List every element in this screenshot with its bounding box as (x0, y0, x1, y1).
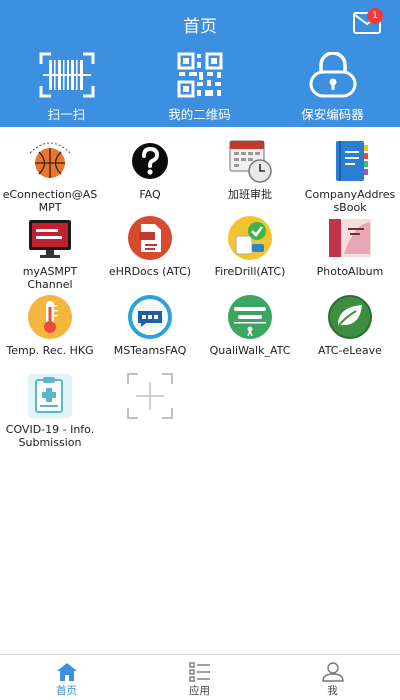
notification-badge: 1 (367, 8, 383, 24)
app-temp-rec-hkg[interactable]: Temp. Rec. HKG (0, 293, 100, 357)
photo-album-icon (329, 219, 371, 257)
qr-code-icon (177, 52, 222, 98)
my-qr-code-button[interactable]: 我的二维码 (133, 52, 266, 124)
app-firedrill[interactable]: FireDrill(ATC) (200, 214, 300, 278)
app-label: PhotoAlbum (316, 265, 384, 278)
scan-button[interactable]: 扫一扫 (0, 52, 133, 124)
tab-apps[interactable]: 应用 (133, 655, 266, 700)
calendar-clock-icon (229, 140, 272, 183)
home-icon (56, 663, 77, 681)
person-icon (321, 662, 344, 682)
app-label: MSTeamsFAQ (113, 344, 187, 357)
app-label: FAQ (139, 188, 161, 201)
app-list-icon (188, 662, 210, 682)
app-label: COVID-19 - Info. Submission (5, 423, 95, 449)
app-photo-album[interactable]: PhotoAlbum (300, 214, 400, 278)
add-app-icon (127, 373, 173, 419)
health-walks-icon (228, 295, 272, 339)
app-label: eHRDocs (ATC) (108, 265, 192, 278)
pdf-document-icon (128, 216, 172, 260)
tab-home[interactable]: 首页 (0, 655, 133, 700)
app-atc-eleave[interactable]: ATC-eLeave (300, 293, 400, 357)
tab-me[interactable]: 我 (266, 655, 399, 700)
app-label: CompanyAddressBook (304, 188, 396, 214)
barcode-scan-icon (39, 52, 94, 98)
app-econnection[interactable]: eConnection@ASMPT (0, 137, 100, 214)
app-label: myASMPT Channel (22, 265, 78, 291)
tab-label: 我 (327, 685, 338, 697)
app-label: ATC-eLeave (318, 344, 382, 357)
page-title: 首页 (183, 17, 217, 37)
app-msteams-faq[interactable]: MSTeamsFAQ (100, 293, 200, 357)
leaf-icon (328, 295, 372, 339)
tab-label: 首页 (56, 685, 77, 697)
address-book-icon (336, 141, 368, 181)
my-qr-code-label: 我的二维码 (168, 107, 231, 122)
fire-drill-check-icon (228, 216, 272, 260)
thermometer-icon (28, 295, 72, 339)
header-bar: 首页 1 扫一扫 我的二维码 保安编码器 (0, 0, 400, 127)
app-covid-info-submission[interactable]: COVID-19 - Info. Submission (0, 372, 100, 449)
app-company-address-book[interactable]: CompanyAddressBook (300, 137, 400, 214)
app-label: 加班审批 (228, 188, 272, 201)
app-overtime-approval[interactable]: 加班审批 (200, 137, 300, 201)
bottom-tab-bar: 首页 应用 我 (0, 654, 400, 700)
medical-form-icon (28, 374, 72, 418)
basketball-icon (29, 142, 71, 178)
monitor-channel-icon (29, 220, 71, 258)
app-label: FireDrill(ATC) (214, 265, 286, 278)
add-app-button[interactable] (100, 372, 200, 420)
security-encoder-label: 保安编码器 (301, 107, 364, 122)
security-encoder-button[interactable]: 保安编码器 (266, 52, 399, 124)
app-label: eConnection@ASMPT (2, 188, 98, 214)
padlock-icon (309, 52, 356, 98)
question-mark-icon (132, 143, 168, 179)
app-label: QualiWalk_ATC (209, 344, 291, 357)
app-ehrdocs[interactable]: eHRDocs (ATC) (100, 214, 200, 278)
app-qualiwalk[interactable]: QualiWalk_ATC (200, 293, 300, 357)
app-label: Temp. Rec. HKG (6, 344, 94, 357)
scan-label: 扫一扫 (47, 107, 86, 122)
teams-faq-icon (128, 295, 172, 339)
app-myasmpt-channel[interactable]: myASMPT Channel (0, 214, 100, 291)
app-faq[interactable]: FAQ (100, 137, 200, 201)
tab-label: 应用 (189, 685, 210, 697)
